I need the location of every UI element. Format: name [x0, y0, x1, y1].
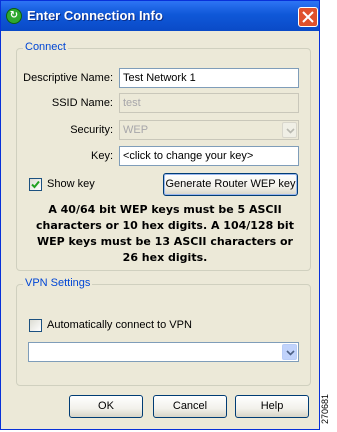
descriptive-name-input[interactable]: Test Network 1	[119, 68, 299, 88]
show-key-label[interactable]: Show key	[47, 178, 95, 190]
close-button[interactable]	[298, 7, 318, 27]
app-icon: ↻	[6, 8, 22, 24]
security-dropdown-button[interactable]	[282, 122, 297, 138]
key-label: Key:	[90, 150, 113, 162]
chevron-down-icon	[286, 128, 295, 134]
show-key-checkbox[interactable]	[29, 178, 42, 191]
auto-connect-vpn-checkbox[interactable]	[29, 319, 42, 332]
security-select[interactable]: WEP	[119, 120, 299, 140]
title-bar[interactable]: ↻ Enter Connection Info	[1, 1, 319, 31]
ok-button[interactable]: OK	[69, 395, 143, 418]
descriptive-name-label: Descriptive Name:	[23, 72, 113, 84]
wep-key-note: A 40/64 bit WEP keys must be 5 ASCII cha…	[36, 203, 294, 264]
vpn-settings-group	[16, 284, 311, 386]
vpn-select[interactable]	[28, 342, 299, 362]
dialog-window: ↻ Enter Connection Info Connect Descript…	[0, 0, 320, 430]
security-select-value: WEP	[123, 124, 149, 136]
close-icon	[302, 11, 314, 23]
ssid-name-label: SSID Name:	[51, 97, 113, 109]
checkmark-icon	[31, 180, 40, 189]
help-button[interactable]: Help	[235, 395, 309, 418]
chevron-down-icon	[286, 350, 295, 356]
auto-connect-vpn-label[interactable]: Automatically connect to VPN	[47, 319, 192, 331]
vpn-dropdown-button[interactable]	[282, 344, 297, 360]
figure-id-text: 270681	[320, 393, 331, 425]
window-title: Enter Connection Info	[27, 8, 163, 23]
generate-router-wep-key-button[interactable]: Generate Router WEP key	[163, 173, 298, 196]
security-label: Security:	[70, 124, 113, 136]
cancel-button[interactable]: Cancel	[153, 395, 227, 418]
ssid-name-input[interactable]: test	[119, 93, 299, 113]
connect-legend: Connect	[23, 41, 68, 53]
vpn-settings-legend: VPN Settings	[23, 277, 93, 289]
figure-id: 270681	[320, 392, 336, 430]
key-input[interactable]: <click to change your key>	[119, 146, 299, 166]
